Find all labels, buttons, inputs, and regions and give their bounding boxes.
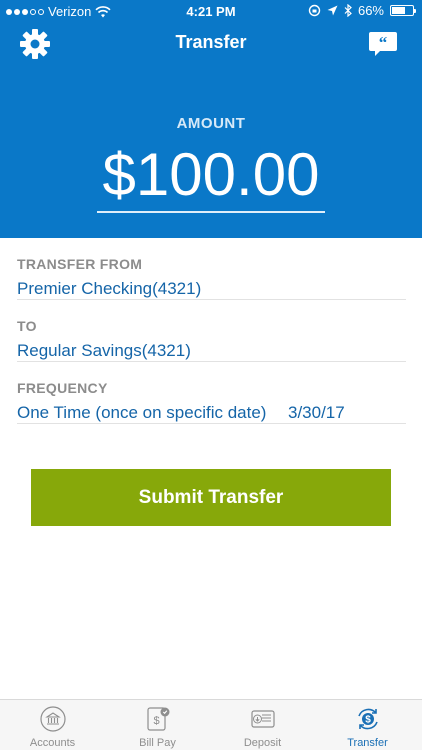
tab-deposit-label: Deposit bbox=[243, 737, 282, 749]
transfer-to-value[interactable]: Regular Savings(4321) bbox=[17, 341, 191, 361]
header: Verizon 4:21 PM 66% Transfer “ AMOUNT $1… bbox=[0, 0, 422, 238]
nav-bar: Transfer “ bbox=[0, 22, 422, 66]
tab-transfer[interactable]: $ Transfer bbox=[315, 700, 420, 750]
tab-transfer-label: Transfer bbox=[347, 737, 388, 749]
tab-accounts[interactable]: Accounts bbox=[0, 700, 105, 750]
transfer-icon: $ bbox=[358, 708, 378, 730]
bluetooth-icon bbox=[344, 4, 352, 17]
status-right: 66% bbox=[308, 3, 416, 18]
transfer-to-field[interactable]: TO Regular Savings(4321) bbox=[17, 300, 406, 362]
bank-icon bbox=[40, 706, 66, 732]
status-bar: Verizon 4:21 PM 66% bbox=[0, 0, 422, 22]
page-title: Transfer bbox=[175, 32, 247, 52]
battery-icon bbox=[390, 5, 416, 16]
tab-bill-pay[interactable]: $ Bill Pay bbox=[105, 700, 210, 750]
svg-text:$: $ bbox=[365, 715, 371, 726]
svg-text:“: “ bbox=[379, 33, 388, 52]
submit-transfer-button[interactable]: Submit Transfer bbox=[31, 469, 391, 526]
amount-underline bbox=[97, 211, 325, 213]
frequency-label: FREQUENCY bbox=[17, 380, 108, 396]
bill-pay-icon: $ bbox=[147, 707, 170, 731]
battery-percent: 66% bbox=[357, 3, 384, 18]
transfer-to-label: TO bbox=[17, 318, 37, 334]
chat-button[interactable]: “ bbox=[368, 31, 398, 57]
transfer-from-label: TRANSFER FROM bbox=[17, 256, 143, 272]
deposit-icon bbox=[251, 710, 275, 728]
amount-input[interactable]: $100.00 bbox=[0, 140, 422, 209]
tab-bill-pay-label: Bill Pay bbox=[139, 737, 176, 749]
transfer-date-value[interactable]: 3/30/17 bbox=[288, 403, 345, 423]
frequency-field[interactable]: FREQUENCY One Time (once on specific dat… bbox=[17, 362, 406, 424]
tab-deposit[interactable]: Deposit bbox=[210, 700, 315, 750]
location-arrow-icon bbox=[327, 5, 338, 16]
rotation-lock-icon bbox=[308, 4, 321, 17]
amount-label: AMOUNT bbox=[176, 115, 246, 132]
frequency-value[interactable]: One Time (once on specific date) bbox=[17, 403, 266, 423]
svg-text:$: $ bbox=[153, 715, 159, 727]
tab-bar: Accounts $ Bill Pay Deposit $ Transfer bbox=[0, 699, 422, 750]
tab-accounts-label: Accounts bbox=[29, 737, 76, 749]
transfer-from-value[interactable]: Premier Checking(4321) bbox=[17, 279, 201, 299]
transfer-from-field[interactable]: TRANSFER FROM Premier Checking(4321) bbox=[17, 238, 406, 300]
chat-quote-icon: “ bbox=[369, 32, 397, 56]
